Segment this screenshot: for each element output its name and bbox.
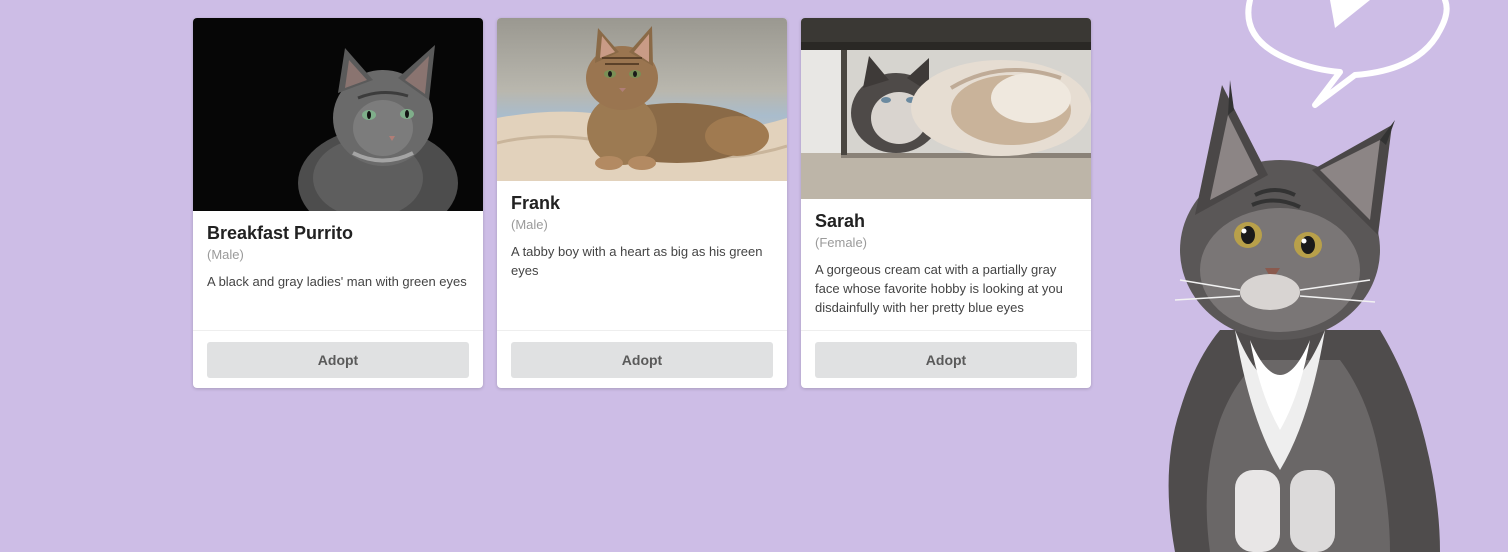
cat-description: A tabby boy with a heart as big as his g…: [511, 244, 763, 278]
cat-card-sarah: Sarah (Female) A gorgeous cream cat with…: [801, 18, 1091, 388]
speech-bubble-icon: [1245, 0, 1450, 108]
cat-description: A black and gray ladies' man with green …: [207, 274, 467, 289]
cat-card-breakfast-purrito: Breakfast Purrito (Male) A black and gra…: [193, 18, 483, 388]
card-footer: Adopt: [801, 330, 1091, 388]
cat-gender: (Male): [207, 247, 244, 262]
cat-name: Frank: [511, 193, 561, 213]
card-footer: Adopt: [497, 330, 787, 388]
cat-card-frank: Frank (Male) A tabby boy with a heart as…: [497, 18, 787, 388]
adopt-button[interactable]: Adopt: [815, 342, 1077, 378]
cat-photo-frank: [497, 18, 787, 181]
adopt-button[interactable]: Adopt: [207, 342, 469, 378]
cat-name: Sarah: [815, 211, 866, 231]
cat-gender: (Male): [511, 217, 548, 232]
cat-card-list: Breakfast Purrito (Male) A black and gra…: [193, 18, 1091, 388]
adopt-button[interactable]: Adopt: [511, 342, 773, 378]
cat-description: A gorgeous cream cat with a partially gr…: [815, 262, 1063, 315]
cat-gender: (Female): [815, 235, 868, 250]
mascot-kitten-illustration: [1140, 0, 1508, 552]
card-footer: Adopt: [193, 330, 483, 388]
cat-photo-breakfast-purrito: [193, 18, 483, 211]
cat-photo-sarah: [801, 18, 1091, 199]
cat-name: Breakfast Purrito: [207, 223, 354, 243]
